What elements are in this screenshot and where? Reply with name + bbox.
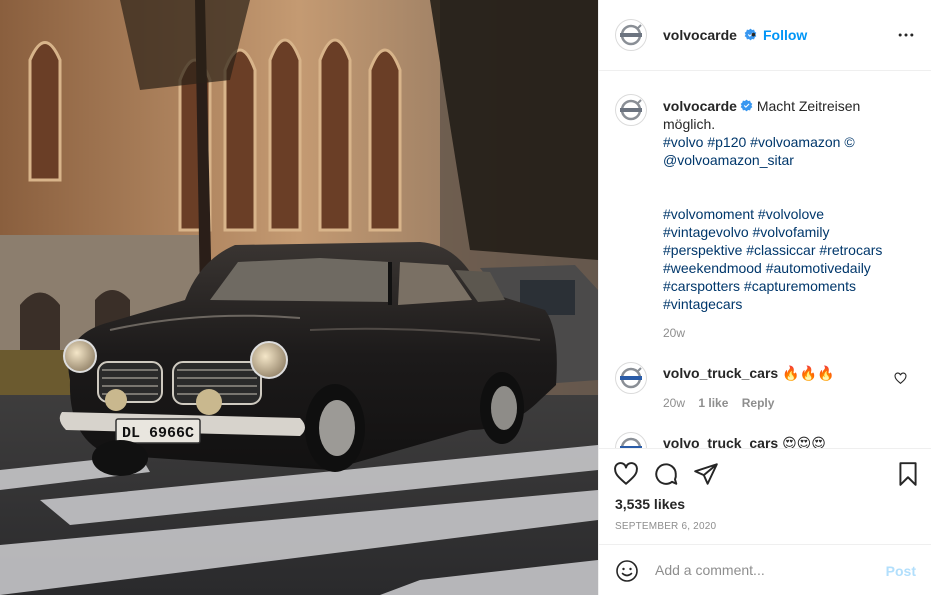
like-comment-heart-icon[interactable] <box>894 372 907 385</box>
add-comment-bar: Post <box>599 544 931 595</box>
verified-badge-icon <box>740 99 753 112</box>
post-caption: volvocarde Macht Zeitreisen möglich. #vo… <box>663 97 913 313</box>
post-details-panel: volvocarde • Follow volvocarde Macht Zei… <box>598 0 931 595</box>
caption-text-line1: Macht Zeitreisen <box>756 98 861 114</box>
reply-button[interactable]: Reply <box>742 396 775 410</box>
comment-username[interactable]: volvo_truck_cars <box>663 435 778 448</box>
header-username[interactable]: volvocarde <box>663 27 757 43</box>
post-photo[interactable]: DL 6966C <box>0 0 598 595</box>
comment-item: volvo_truck_cars 🔥🔥🔥 <box>663 364 834 382</box>
post-header: volvocarde • Follow <box>599 0 931 71</box>
comment-meta: 20w 1 like Reply <box>663 396 784 410</box>
caption-tags-line1[interactable]: #volvo #p120 #volvoamazon © <box>663 133 913 151</box>
emoji-icon[interactable] <box>615 559 639 583</box>
bookmark-icon[interactable] <box>895 461 921 487</box>
comment-input[interactable] <box>655 560 875 580</box>
separator-dot: • <box>751 26 756 42</box>
comment-timestamp[interactable]: 20w <box>663 396 685 410</box>
avatar[interactable] <box>615 19 647 51</box>
license-plate-text: DL 6966C <box>122 425 194 442</box>
comment-text: 🔥🔥🔥 <box>782 365 835 381</box>
hashtag-line[interactable]: #weekendmood #automotivedaily <box>663 259 913 277</box>
volvo-logo-icon <box>620 367 642 389</box>
vintage-volvo-car-image: DL 6966C <box>0 0 598 595</box>
comment-likes[interactable]: 1 like <box>698 396 728 410</box>
volvo-logo-icon <box>620 24 642 46</box>
post-button[interactable]: Post <box>886 563 916 579</box>
post-date[interactable]: SEPTEMBER 6, 2020 <box>615 521 716 532</box>
hashtag-line[interactable]: #perspektive #classiccar #retrocars <box>663 241 913 259</box>
hashtag-line[interactable]: #volvomoment #volvolove <box>663 205 913 223</box>
comment-text: 😍😍😍 <box>782 435 826 448</box>
more-horizontal-icon[interactable] <box>896 25 916 45</box>
post-actions: 3,535 likes SEPTEMBER 6, 2020 <box>599 448 931 544</box>
comments-list[interactable]: volvocarde Macht Zeitreisen möglich. #vo… <box>599 72 931 448</box>
heart-icon[interactable] <box>613 461 639 487</box>
hashtag-line[interactable]: #carspotters #capturemoments <box>663 277 913 295</box>
follow-button[interactable]: Follow <box>763 27 807 43</box>
volvo-logo-icon <box>620 437 642 448</box>
comment-avatar[interactable] <box>615 432 647 448</box>
caption-tags-line2[interactable]: @volvoamazon_sitar <box>663 151 913 169</box>
caption-username[interactable]: volvocarde <box>663 98 737 114</box>
comment-icon[interactable] <box>653 461 679 487</box>
comment-item: volvo_truck_cars 😍😍😍 <box>663 434 826 448</box>
caption-text-line2: möglich. <box>663 116 716 132</box>
volvo-logo-icon <box>620 99 642 121</box>
caption-timestamp[interactable]: 20w <box>663 326 685 340</box>
hashtag-line[interactable]: #vintagevolvo #volvofamily <box>663 223 913 241</box>
comment-avatar[interactable] <box>615 362 647 394</box>
hashtag-line[interactable]: #vintagecars <box>663 295 913 313</box>
likes-count[interactable]: 3,535 likes <box>615 496 685 512</box>
caption-avatar[interactable] <box>615 94 647 126</box>
header-username-text[interactable]: volvocarde <box>663 27 737 43</box>
comment-username[interactable]: volvo_truck_cars <box>663 365 778 381</box>
share-icon[interactable] <box>693 461 719 487</box>
